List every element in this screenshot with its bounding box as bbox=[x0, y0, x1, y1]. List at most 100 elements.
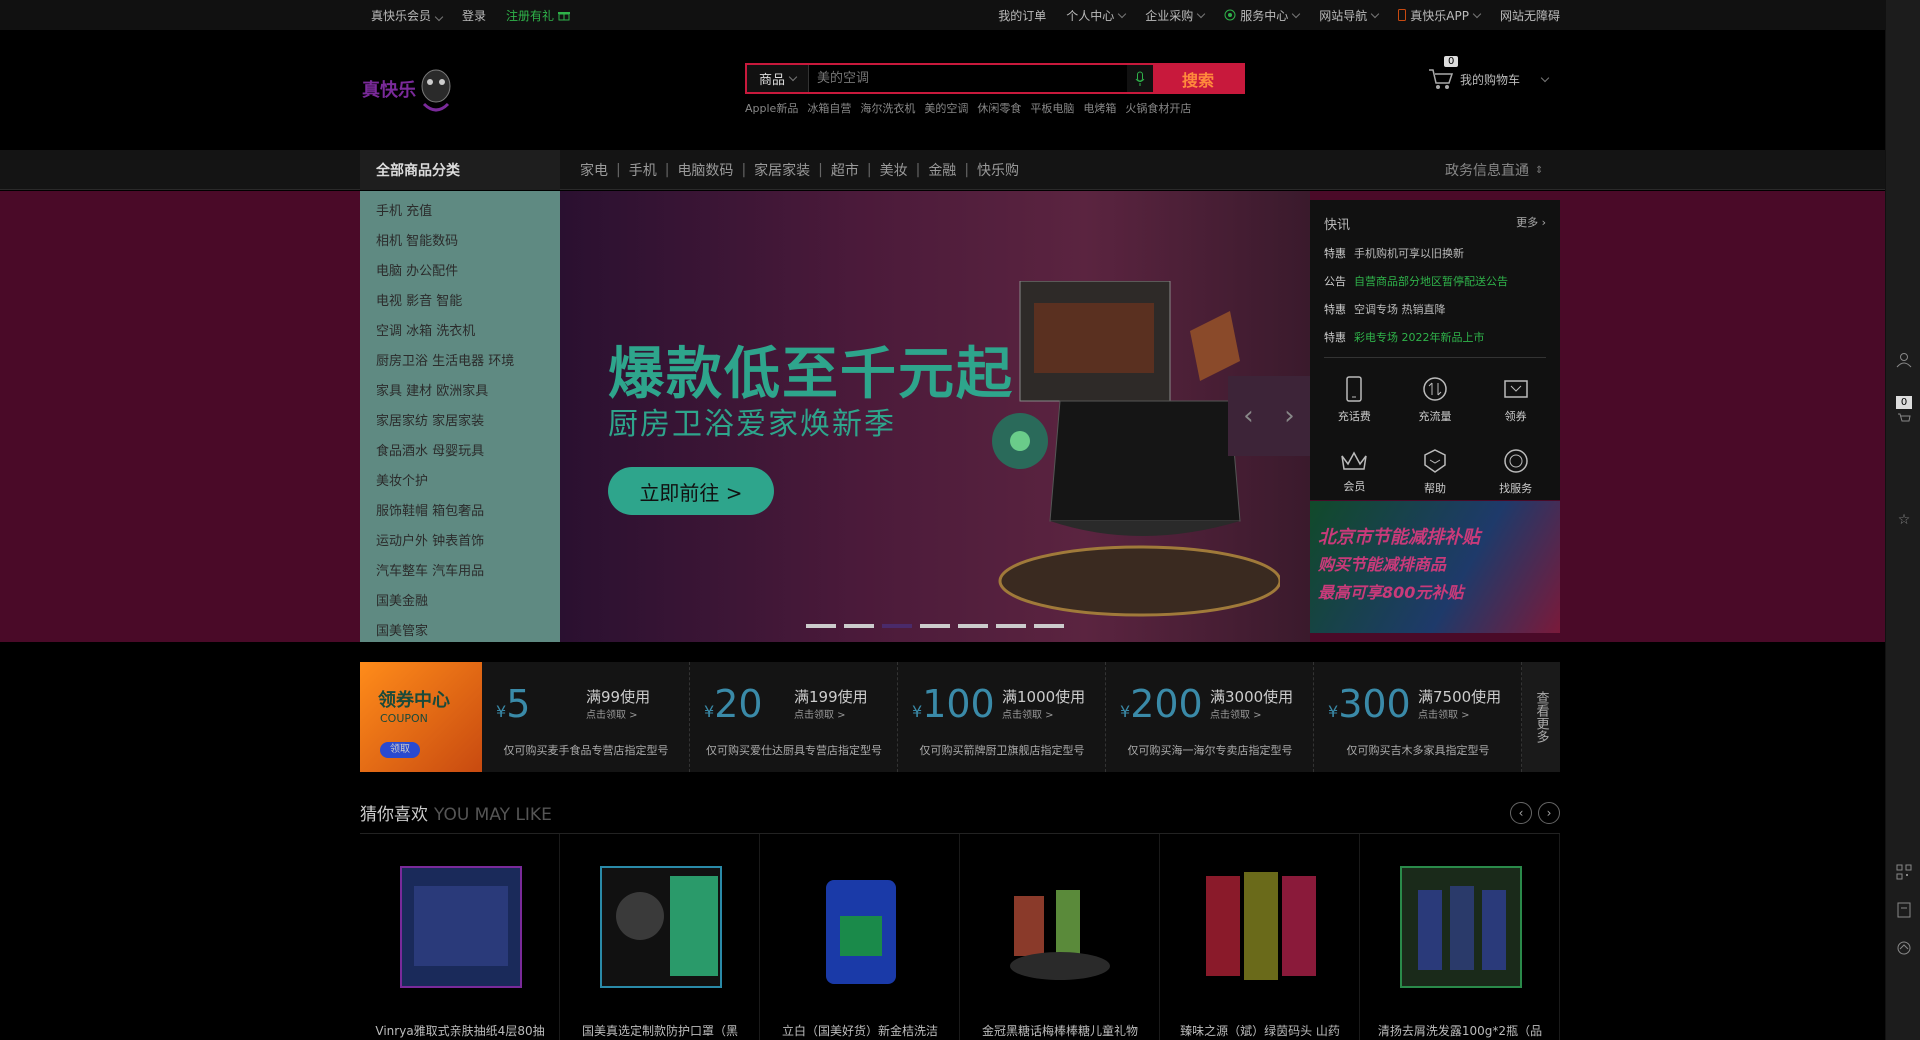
back-to-top-icon[interactable] bbox=[1894, 938, 1914, 958]
hero-banner[interactable]: 爆款低至千元起 厨房卫浴爱家焕新季 立即前往 > bbox=[560, 191, 1310, 642]
coupon-card[interactable]: ¥5 满99使用 点击领取 > 仅可购买麦手食品专营店指定型号 bbox=[482, 662, 690, 772]
carousel-dot[interactable] bbox=[806, 624, 836, 628]
nav-link-computer[interactable]: 电脑数码 bbox=[669, 160, 741, 180]
star-icon[interactable]: ☆ bbox=[1894, 510, 1914, 530]
product-card[interactable]: 国美真选定制款防护口罩（黑 bbox=[560, 834, 760, 1040]
product-card[interactable]: 立白（国美好货）新金桔洗洁 bbox=[760, 834, 960, 1040]
app-menu[interactable]: 真快乐APP bbox=[1398, 7, 1482, 24]
all-categories-button[interactable]: 全部商品分类 bbox=[360, 150, 560, 190]
nav-link-finance[interactable]: 金融 bbox=[920, 160, 964, 180]
site-logo[interactable]: 真快乐 bbox=[360, 60, 460, 120]
service-find[interactable]: 找服务 bbox=[1475, 436, 1556, 508]
next-page-icon[interactable]: › bbox=[1538, 802, 1560, 824]
user-icon[interactable] bbox=[1894, 350, 1914, 370]
nav-link-beauty[interactable]: 美妆 bbox=[872, 160, 916, 180]
hot-word[interactable]: 电烤箱 bbox=[1083, 100, 1116, 116]
service-help[interactable]: 帮助 bbox=[1395, 436, 1476, 508]
category-item[interactable]: 汽车整车 汽车用品 bbox=[360, 557, 560, 587]
register-link[interactable]: 注册有礼 bbox=[506, 7, 571, 24]
accessibility-link[interactable]: 网站无障碍 bbox=[1500, 7, 1560, 24]
category-item[interactable]: 国美金融 bbox=[360, 587, 560, 617]
news-item[interactable]: 特惠 手机购机可享以旧换新 bbox=[1310, 239, 1560, 267]
search-input[interactable] bbox=[809, 65, 1127, 92]
coupon-claim-link[interactable]: 点击领取 > bbox=[586, 706, 638, 721]
nav-link-happy[interactable]: 快乐购 bbox=[969, 160, 1027, 180]
coupon-card[interactable]: ¥300 满7500使用 点击领取 > 仅可购买吉木多家具指定型号 bbox=[1314, 662, 1522, 772]
news-item[interactable]: 特惠 彩电专场 2022年新品上市 bbox=[1310, 323, 1560, 351]
coupon-center-button[interactable]: 领取 bbox=[380, 742, 420, 758]
category-item[interactable]: 相机 智能数码 bbox=[360, 227, 560, 257]
coupon-more-link[interactable]: 查看更多 bbox=[1522, 662, 1560, 772]
search-button[interactable]: 搜索 bbox=[1153, 65, 1243, 92]
category-item[interactable]: 家居家纺 家居家装 bbox=[360, 407, 560, 437]
carousel-dot[interactable] bbox=[920, 624, 950, 628]
mic-icon[interactable] bbox=[1127, 65, 1153, 92]
nav-link-supermarket[interactable]: 超市 bbox=[823, 160, 867, 180]
coupon-claim-link[interactable]: 点击领取 > bbox=[1210, 706, 1262, 721]
product-card[interactable]: 臻味之源（斌）绿茵码头 山药 bbox=[1160, 834, 1360, 1040]
carousel-dot[interactable] bbox=[996, 624, 1026, 628]
nav-link-appliance[interactable]: 家电 bbox=[572, 160, 616, 180]
member-menu[interactable]: 真快乐会员 bbox=[371, 7, 444, 24]
product-card[interactable]: 清扬去屑洗发露100g*2瓶（品 bbox=[1360, 834, 1560, 1040]
hot-word[interactable]: 美的空调 bbox=[924, 100, 968, 116]
carousel-next-icon[interactable]: › bbox=[1269, 376, 1310, 456]
category-item[interactable]: 电脑 办公配件 bbox=[360, 257, 560, 287]
news-more-link[interactable]: 更多 › bbox=[1516, 214, 1546, 233]
coupon-card[interactable]: ¥200 满3000使用 点击领取 > 仅可购买海一海尔专卖店指定型号 bbox=[1106, 662, 1314, 772]
product-card[interactable]: 金冠黑糖话梅棒棒糖儿童礼物 bbox=[960, 834, 1160, 1040]
category-item[interactable]: 家具 建材 欧洲家具 bbox=[360, 377, 560, 407]
carousel-prev-icon[interactable]: ‹ bbox=[1228, 376, 1269, 456]
nav-link-home[interactable]: 家居家装 bbox=[746, 160, 818, 180]
coupon-claim-link[interactable]: 点击领取 > bbox=[1418, 706, 1470, 721]
service-recharge-data[interactable]: 充流量 bbox=[1395, 364, 1476, 436]
category-item[interactable]: 运动户外 钟表首饰 bbox=[360, 527, 560, 557]
category-item[interactable]: 电视 影音 智能 bbox=[360, 287, 560, 317]
cart-button[interactable]: 0 我的购物车 bbox=[1428, 56, 1550, 90]
enterprise-menu[interactable]: 企业采购 bbox=[1145, 7, 1206, 24]
category-item[interactable]: 美妆个护 bbox=[360, 467, 560, 497]
site-nav-menu[interactable]: 网站导航 bbox=[1319, 7, 1380, 24]
service-center-menu[interactable]: 服务中心 bbox=[1224, 7, 1301, 24]
my-orders-link[interactable]: 我的订单 bbox=[998, 7, 1046, 24]
category-item[interactable]: 空调 冰箱 洗衣机 bbox=[360, 317, 560, 347]
hot-word[interactable]: 火锅食材开店 bbox=[1125, 100, 1191, 116]
hot-word[interactable]: 平板电脑 bbox=[1030, 100, 1074, 116]
search-scope-select[interactable]: 商品 bbox=[747, 65, 809, 92]
coupon-center-banner[interactable]: 领券中心 COUPON 领取 bbox=[360, 662, 482, 772]
coupon-card[interactable]: ¥20 满199使用 点击领取 > 仅可购买爱仕达厨具专营店指定型号 bbox=[690, 662, 898, 772]
prev-page-icon[interactable]: ‹ bbox=[1510, 802, 1532, 824]
hot-word[interactable]: 冰箱自营 bbox=[807, 100, 851, 116]
subsidy-ad[interactable]: 北京市节能减排补贴 购买节能减排商品 最高可享800元补贴 bbox=[1310, 501, 1560, 633]
category-item[interactable]: 国美管家 bbox=[360, 617, 560, 647]
carousel-dot[interactable] bbox=[1034, 624, 1064, 628]
nav-link-phone[interactable]: 手机 bbox=[621, 160, 665, 180]
service-member[interactable]: 会员 bbox=[1314, 436, 1395, 508]
carousel-dot-active[interactable] bbox=[882, 624, 912, 628]
service-ring-icon bbox=[1503, 449, 1528, 473]
gov-info-link[interactable]: 政务信息直通 ⇕ bbox=[1445, 150, 1543, 190]
qrcode-icon[interactable] bbox=[1894, 862, 1914, 882]
personal-center-menu[interactable]: 个人中心 bbox=[1066, 7, 1127, 24]
hero-cta-button[interactable]: 立即前往 > bbox=[608, 467, 774, 515]
service-recharge-phone[interactable]: 充话费 bbox=[1314, 364, 1395, 436]
category-item[interactable]: 厨房卫浴 生活电器 环境 bbox=[360, 347, 560, 377]
carousel-dot[interactable] bbox=[958, 624, 988, 628]
news-item[interactable]: 特惠 空调专场 热销直降 bbox=[1310, 295, 1560, 323]
coupon-card[interactable]: ¥100 满1000使用 点击领取 > 仅可购买箭牌厨卫旗舰店指定型号 bbox=[898, 662, 1106, 772]
service-coupon[interactable]: 领券 bbox=[1475, 364, 1556, 436]
hot-word[interactable]: 海尔洗衣机 bbox=[860, 100, 915, 116]
coupon-claim-link[interactable]: 点击领取 > bbox=[794, 706, 846, 721]
feedback-icon[interactable] bbox=[1894, 900, 1914, 920]
category-item[interactable]: 服饰鞋帽 箱包奢品 bbox=[360, 497, 560, 527]
hot-word[interactable]: Apple新品 bbox=[745, 100, 798, 116]
login-link[interactable]: 登录 bbox=[462, 7, 486, 24]
news-item[interactable]: 公告 自营商品部分地区暂停配送公告 bbox=[1310, 267, 1560, 295]
sidebar-cart[interactable]: 0 bbox=[1896, 396, 1912, 428]
category-item[interactable]: 手机 充值 bbox=[360, 197, 560, 227]
carousel-dot[interactable] bbox=[844, 624, 874, 628]
product-card[interactable]: Vinrya雅取式亲肤抽纸4层80抽 bbox=[360, 834, 560, 1040]
category-item[interactable]: 食品酒水 母婴玩具 bbox=[360, 437, 560, 467]
hot-word[interactable]: 休闲零食 bbox=[977, 100, 1021, 116]
coupon-claim-link[interactable]: 点击领取 > bbox=[1002, 706, 1054, 721]
